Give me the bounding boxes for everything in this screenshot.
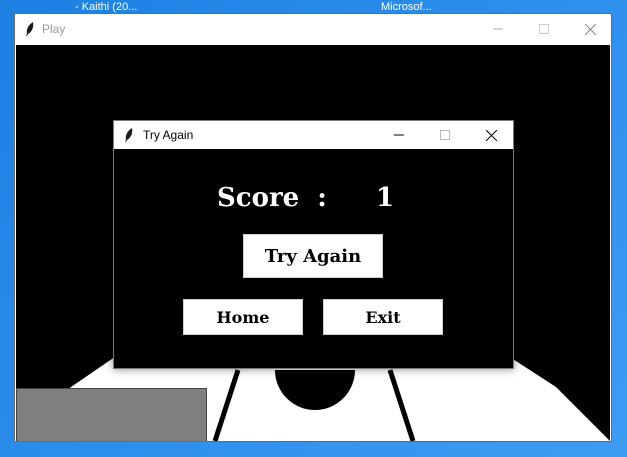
- maximize-button[interactable]: [521, 14, 567, 44]
- play-titlebar[interactable]: Play: [15, 14, 611, 44]
- minimize-icon: [394, 134, 404, 136]
- maximize-icon: [539, 24, 549, 34]
- play-window-title: Play: [42, 22, 66, 36]
- dialog-body: Score : 1 Try Again Home Exit: [114, 149, 513, 368]
- feather-icon: [125, 128, 133, 142]
- gray-block: [16, 388, 207, 441]
- home-button[interactable]: Home: [183, 299, 303, 335]
- score-value: 1: [376, 183, 395, 213]
- minimize-icon: [493, 28, 503, 30]
- minimize-button[interactable]: [475, 14, 521, 44]
- maximize-icon: [440, 130, 450, 140]
- close-icon: [485, 129, 497, 141]
- dialog-title: Try Again: [143, 128, 194, 142]
- taskbar-item-microsoft[interactable]: Microsof...: [381, 0, 432, 14]
- taskbar-item-kaithi[interactable]: - Kaithi (20...: [75, 0, 137, 14]
- try-again-dialog: Try Again Score : 1 Try Again Home Exit: [113, 120, 514, 369]
- try-again-button[interactable]: Try Again: [243, 234, 383, 278]
- exit-button[interactable]: Exit: [323, 299, 443, 335]
- dialog-close-button[interactable]: [468, 120, 514, 150]
- dialog-maximize-button[interactable]: [422, 120, 468, 150]
- score-label: Score :: [217, 183, 327, 213]
- close-button[interactable]: [567, 14, 613, 44]
- close-icon: [584, 23, 596, 35]
- feather-icon: [26, 22, 34, 36]
- dialog-titlebar[interactable]: Try Again: [114, 121, 513, 149]
- dialog-minimize-button[interactable]: [376, 120, 422, 150]
